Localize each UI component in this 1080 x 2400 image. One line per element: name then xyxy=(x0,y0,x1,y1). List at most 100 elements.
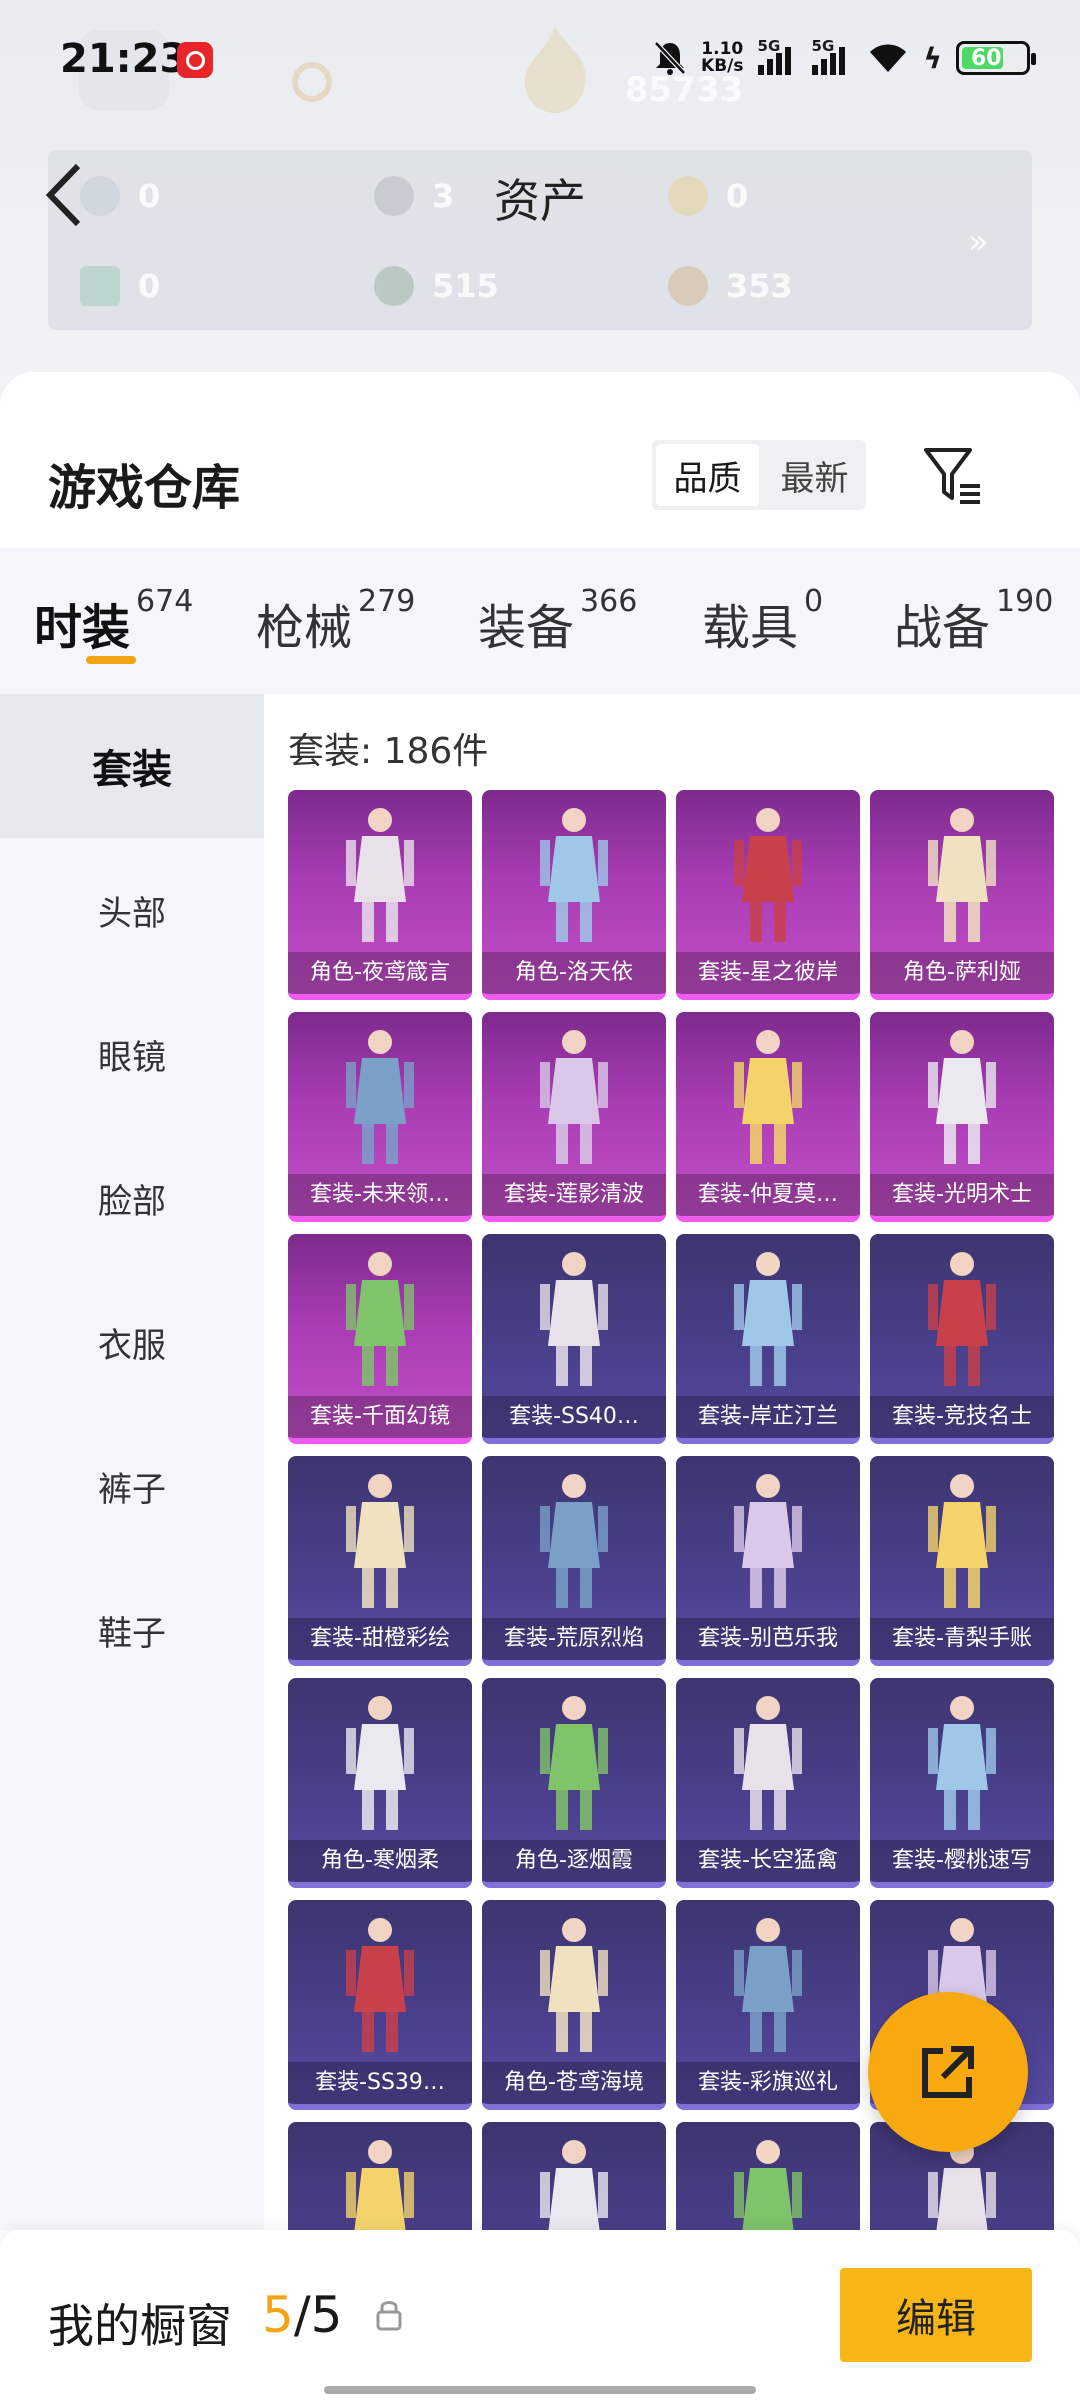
outfit-name: 套装-星之彼岸 xyxy=(676,952,860,994)
tab-firearms[interactable]: 枪械 279 xyxy=(256,584,415,658)
lock-icon xyxy=(374,2298,404,2332)
outfit-figure-icon xyxy=(928,1696,996,1830)
edit-button[interactable]: 编辑 xyxy=(840,2268,1032,2362)
outfit-tile[interactable]: 套装-长空猛禽 xyxy=(676,1678,860,1888)
outfit-tile[interactable]: 角色-洛天依 xyxy=(482,790,666,1000)
outfit-figure-icon xyxy=(928,1474,996,1608)
outfit-figure-icon xyxy=(540,1252,608,1386)
outfit-figure-icon xyxy=(346,1918,414,2052)
sort-newest-button[interactable]: 最新 xyxy=(763,440,866,510)
outfit-tile[interactable]: 套装-樱桃速写 xyxy=(870,1678,1054,1888)
signal-icon: 5G xyxy=(811,37,852,75)
tab-vehicles[interactable]: 载具 0 xyxy=(702,584,823,658)
outfit-tile[interactable]: 套装-莲影清波 xyxy=(482,1012,666,1222)
outfit-tile[interactable] xyxy=(482,2122,666,2230)
outfit-name: 套装-荒原烈焰 xyxy=(482,1618,666,1660)
share-icon xyxy=(922,2046,974,2098)
outfit-figure-icon xyxy=(346,2140,414,2230)
status-bar: 21:23 1.10 KB/s 5G 5G ϟ 60 xyxy=(0,0,1080,120)
outfit-name: 角色-寒烟柔 xyxy=(288,1840,472,1882)
sidebar-item-face[interactable]: 脸部 xyxy=(0,1126,264,1270)
outfit-name: 套装-竞技名士 xyxy=(870,1396,1054,1438)
outfit-name: 套装-彩旗巡礼 xyxy=(676,2062,860,2104)
outfit-name: 套装-千面幻镜 xyxy=(288,1396,472,1438)
outfit-tile[interactable]: 角色-萨利娅 xyxy=(870,790,1054,1000)
tab-combat-gear[interactable]: 战备 190 xyxy=(894,584,1053,658)
sidebar-item-pants[interactable]: 裤子 xyxy=(0,1414,264,1558)
share-button[interactable] xyxy=(868,1992,1028,2152)
outfit-figure-icon xyxy=(734,1030,802,1164)
outfit-figure-icon xyxy=(540,1918,608,2052)
outfit-figure-icon xyxy=(928,1030,996,1164)
outfit-figure-icon xyxy=(346,1030,414,1164)
outfit-figure-icon xyxy=(734,1252,802,1386)
outfit-tile[interactable]: 套装-荒原烈焰 xyxy=(482,1456,666,1666)
sidebar-item-glasses[interactable]: 眼镜 xyxy=(0,982,264,1126)
outfit-tile[interactable]: 套装-岸芷汀兰 xyxy=(676,1234,860,1444)
tab-equipment[interactable]: 装备 366 xyxy=(478,584,637,658)
outfit-tile[interactable]: 角色-苍鸢海境 xyxy=(482,1900,666,2110)
sidebar-item-clothes[interactable]: 衣服 xyxy=(0,1270,264,1414)
outfit-name: 套装-光明术士 xyxy=(870,1174,1054,1216)
filter-button[interactable] xyxy=(920,442,984,506)
filter-icon xyxy=(924,448,980,504)
showcase-title: 我的橱窗 xyxy=(48,2299,232,2353)
outfit-name: 角色-苍鸢海境 xyxy=(482,2062,666,2104)
outfit-name: 套装-青梨手账 xyxy=(870,1618,1054,1660)
outfit-name: 套装-莲影清波 xyxy=(482,1174,666,1216)
outfit-name: 套装-SS39… xyxy=(288,2062,472,2104)
outfit-tile[interactable]: 套装-竞技名士 xyxy=(870,1234,1054,1444)
sidebar-item-shoes[interactable]: 鞋子 xyxy=(0,1558,264,1702)
outfit-name: 角色-夜鸢箴言 xyxy=(288,952,472,994)
outfit-tile[interactable]: 套装-彩旗巡礼 xyxy=(676,1900,860,2110)
outfit-tile[interactable] xyxy=(288,2122,472,2230)
suit-count: 套装: 186件 xyxy=(288,731,489,772)
outfit-tile[interactable]: 角色-逐烟霞 xyxy=(482,1678,666,1888)
outfit-tile[interactable]: 套装-SS39… xyxy=(288,1900,472,2110)
outfit-name: 套装-别芭乐我 xyxy=(676,1618,860,1660)
outfit-figure-icon xyxy=(928,808,996,942)
asset-item: 353 xyxy=(668,266,793,306)
outfit-name: 套装-樱桃速写 xyxy=(870,1840,1054,1882)
wifi-icon xyxy=(866,38,910,78)
bronze-coin-icon xyxy=(668,266,708,306)
outfit-figure-icon xyxy=(540,1474,608,1608)
outfit-name: 角色-逐烟霞 xyxy=(482,1840,666,1882)
outfit-tile[interactable]: 角色-夜鸢箴言 xyxy=(288,790,472,1000)
outfit-tile[interactable]: 套装-甜橙彩绘 xyxy=(288,1456,472,1666)
network-speed: 1.10 KB/s xyxy=(701,39,744,76)
outfit-tile[interactable]: 套装-仲夏莫… xyxy=(676,1012,860,1222)
outfit-figure-icon xyxy=(540,2140,608,2230)
sidebar-item-suits[interactable]: 套装 xyxy=(0,694,264,838)
outfit-tile[interactable]: 套装-SS40… xyxy=(482,1234,666,1444)
gem-icon xyxy=(374,266,414,306)
subcategory-sidebar: 套装 头部 眼镜 脸部 衣服 裤子 鞋子 xyxy=(0,694,264,2230)
outfit-tile[interactable]: 套装-千面幻镜 xyxy=(288,1234,472,1444)
outfit-tile[interactable]: 角色-寒烟柔 xyxy=(288,1678,472,1888)
outfit-figure-icon xyxy=(734,808,802,942)
outfit-name: 套装-岸芷汀兰 xyxy=(676,1396,860,1438)
outfit-figure-icon xyxy=(734,1474,802,1608)
outfit-name: 角色-萨利娅 xyxy=(870,952,1054,994)
outfit-tile[interactable] xyxy=(676,2122,860,2230)
outfit-tile[interactable]: 套装-青梨手账 xyxy=(870,1456,1054,1666)
outfit-name: 角色-洛天依 xyxy=(482,952,666,994)
category-tabs: 时装 674 枪械 279 装备 366 载具 0 战备 190 xyxy=(0,548,1080,694)
ticket-icon xyxy=(80,266,120,306)
outfit-tile[interactable]: 套装-别芭乐我 xyxy=(676,1456,860,1666)
asset-item: 0 xyxy=(80,266,160,306)
outfit-tile[interactable]: 套装-星之彼岸 xyxy=(676,790,860,1000)
warehouse-title: 游戏仓库 xyxy=(48,460,241,516)
outfit-tile[interactable]: 套装-光明术士 xyxy=(870,1012,1054,1222)
sidebar-item-head[interactable]: 头部 xyxy=(0,838,264,982)
outfit-tile[interactable]: 套装-未来领… xyxy=(288,1012,472,1222)
outfit-name: 套装-SS40… xyxy=(482,1396,666,1438)
sort-quality-button[interactable]: 品质 xyxy=(656,444,759,506)
signal-icon: 5G xyxy=(757,37,798,75)
status-icons: 1.10 KB/s 5G 5G ϟ 60 xyxy=(653,37,1036,78)
sort-toggle: 品质 最新 xyxy=(652,440,866,510)
outfit-figure-icon xyxy=(346,1696,414,1830)
outfit-name: 套装-未来领… xyxy=(288,1174,472,1216)
tab-fashion[interactable]: 时装 674 xyxy=(34,584,193,658)
asset-item: 515 xyxy=(374,266,499,306)
